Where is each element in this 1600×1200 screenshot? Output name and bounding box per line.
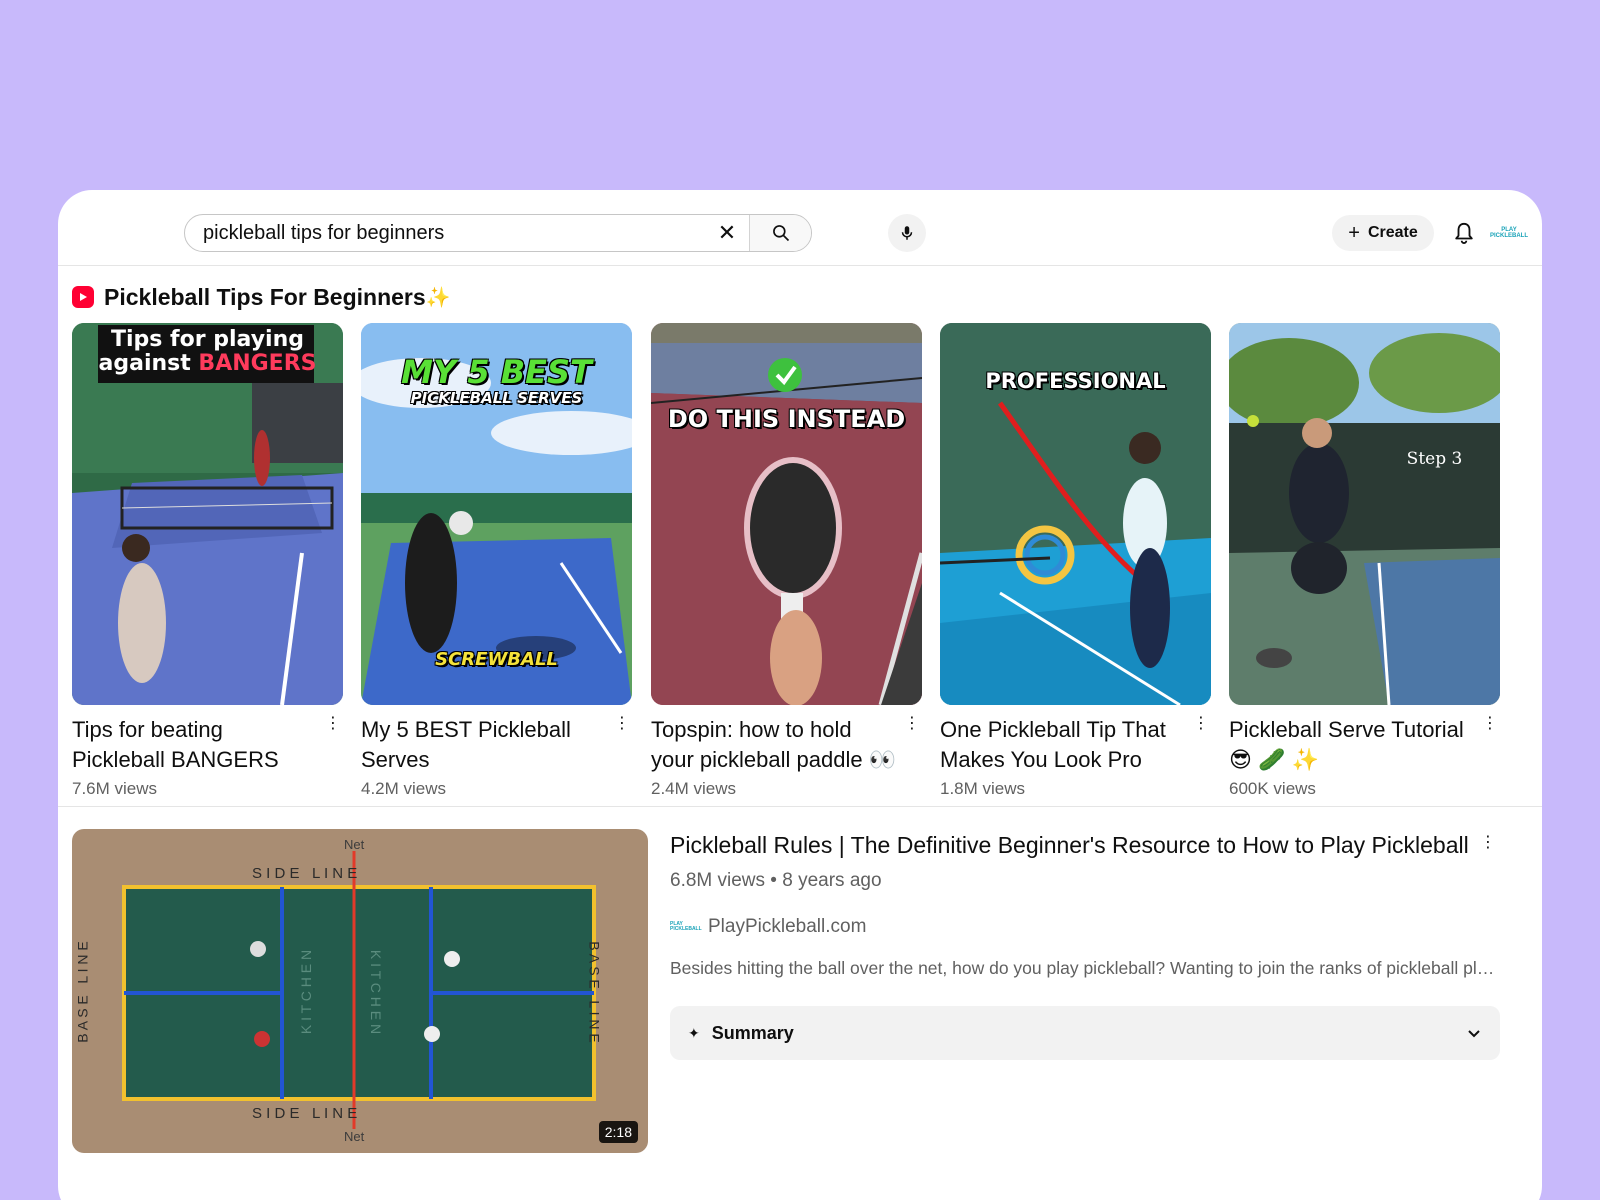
short-thumbnail[interactable]: Tips for playing against BANGERS <box>72 323 343 705</box>
browser-window: ✕ + Create <box>58 190 1542 1200</box>
net-label-bottom: Net <box>344 1129 365 1144</box>
close-icon: ✕ <box>717 220 737 245</box>
search-input[interactable] <box>185 215 705 251</box>
overlay-title: MY 5 BEST <box>401 353 592 391</box>
short-views: 1.8M views <box>940 779 1026 798</box>
create-button[interactable]: + Create <box>1332 215 1434 251</box>
short-views: 600K views <box>1229 779 1316 798</box>
net-label-top: Net <box>344 837 365 852</box>
search-icon <box>772 225 789 242</box>
overlay-text-2: against BANGERS <box>72 351 343 376</box>
channel-avatar-text-2: PICKLEBALL <box>670 926 702 932</box>
duration-badge: 2:18 <box>598 1121 638 1143</box>
short-card: Step 3 Pickleball Serve Tutorial 😎 🥒 ✨ 6… <box>1229 323 1500 803</box>
shelf-title: Pickleball Tips For Beginners <box>104 283 426 310</box>
short-views: 2.4M views <box>651 779 737 798</box>
short-title[interactable]: One Pickleball Tip That Makes You Look P… <box>940 715 1186 775</box>
overlay-text: PROFESSIONAL <box>985 369 1166 393</box>
short-thumbnail[interactable]: DO THIS INSTEAD <box>651 323 922 705</box>
channel-name: PlayPickleball.com <box>708 916 867 937</box>
bell-icon <box>1455 222 1473 244</box>
overlay-caption: SCREWBALL <box>435 649 558 670</box>
top-bar: ✕ + Create <box>58 190 1542 266</box>
shorts-icon <box>72 286 94 308</box>
more-options-icon[interactable]: ⋮ <box>904 715 920 737</box>
sideline-label-bottom: S I D E L I N E <box>252 1105 358 1122</box>
short-title[interactable]: Topspin: how to hold your pickleball pad… <box>651 715 897 775</box>
overlay-text: Tips for playing <box>111 327 304 352</box>
channel-avatar: PLAY PICKLEBALL <box>670 920 702 934</box>
shelf-header: Pickleball Tips For Beginners ✨ <box>72 284 451 310</box>
overlay-text-2a: against <box>98 351 199 376</box>
short-card: PROFESSIONAL One Pickleball Tip That Mak… <box>940 323 1211 803</box>
court-diagram <box>72 829 648 1153</box>
thumbnail-image <box>1229 323 1500 705</box>
more-options-icon[interactable]: ⋮ <box>1480 832 1496 852</box>
short-card: Tips for playing against BANGERS Tips fo… <box>72 323 343 803</box>
more-options-icon[interactable]: ⋮ <box>1482 715 1498 737</box>
notifications-button[interactable] <box>1450 218 1478 248</box>
section-divider <box>58 806 1542 807</box>
short-thumbnail[interactable]: Step 3 <box>1229 323 1500 705</box>
baseline-label-right: B A S E L I N E <box>586 941 603 1043</box>
short-thumbnail[interactable]: PROFESSIONAL <box>940 323 1211 705</box>
search-button[interactable] <box>749 215 811 251</box>
short-views: 7.6M views <box>72 779 158 798</box>
short-title[interactable]: My 5 BEST Pickleball Serves <box>361 715 607 775</box>
overlay-text: DO THIS INSTEAD <box>667 405 906 433</box>
avatar[interactable]: PLAY PICKLEBALL <box>1490 222 1528 244</box>
voice-search-button[interactable] <box>888 214 926 252</box>
search-box: ✕ <box>184 214 812 252</box>
short-card: MY 5 BEST PICKLEBALL SERVES SCREWBALL My… <box>361 323 632 803</box>
sideline-label-top: S I D E L I N E <box>252 865 358 882</box>
more-options-icon[interactable]: ⋮ <box>325 715 341 737</box>
short-views: 4.2M views <box>361 779 447 798</box>
short-thumbnail[interactable]: MY 5 BEST PICKLEBALL SERVES SCREWBALL <box>361 323 632 705</box>
create-label: Create <box>1367 224 1418 241</box>
short-title[interactable]: Pickleball Serve Tutorial 😎 🥒 ✨ <box>1229 715 1475 775</box>
channel-link[interactable]: PLAY PICKLEBALL PlayPickleball.com <box>670 914 866 940</box>
video-title[interactable]: Pickleball Rules | The Definitive Beginn… <box>670 830 1470 860</box>
chevron-down-icon <box>1468 1030 1480 1038</box>
short-card: DO THIS INSTEAD Topspin: how to hold you… <box>651 323 922 803</box>
video-thumbnail[interactable]: Net Net S I D E L I N E S I D E L I N E … <box>72 829 648 1153</box>
sparkle-icon: ✦ <box>688 1024 700 1041</box>
summary-expander[interactable]: ✦ Summary <box>670 1006 1500 1060</box>
baseline-label-left: B A S E L I N E <box>74 941 91 1043</box>
kitchen-label-right: K I T C H E N <box>368 949 385 1035</box>
clear-search-button[interactable]: ✕ <box>705 215 749 251</box>
overlay-subtitle: PICKLEBALL SERVES <box>410 389 583 407</box>
video-meta: 6.8M views • 8 years ago <box>670 870 882 891</box>
summary-label: Summary <box>711 1022 794 1043</box>
sparkle-emoji: ✨ <box>425 286 451 309</box>
video-description: Besides hitting the ball over the net, h… <box>670 958 1502 978</box>
avatar-text-2: PICKLEBALL <box>1490 233 1528 239</box>
short-title[interactable]: Tips for beating Pickleball BANGERS <box>72 715 318 775</box>
overlay-text-2b: BANGERS <box>198 351 317 376</box>
more-options-icon[interactable]: ⋮ <box>1193 715 1209 737</box>
more-options-icon[interactable]: ⋮ <box>614 715 630 737</box>
plus-icon: + <box>1348 222 1360 244</box>
overlay-text: Step 3 <box>1406 449 1463 469</box>
thumbnail-image <box>651 323 922 705</box>
microphone-icon <box>901 226 913 240</box>
kitchen-label-left: K I T C H E N <box>298 949 315 1035</box>
